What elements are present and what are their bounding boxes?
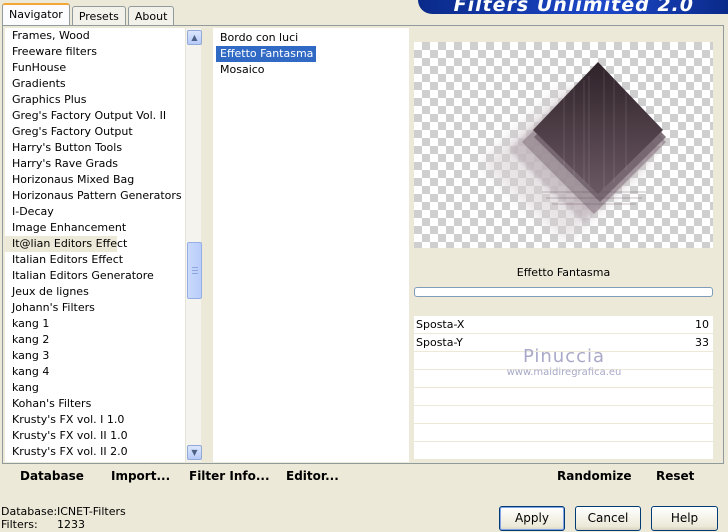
filter-list: Bordo con luci Effetto Fantasma Mosaico: [213, 28, 409, 78]
ghost-diamond-preview: [480, 62, 666, 242]
category-item[interactable]: Freeware filters: [5, 44, 185, 60]
empty-param-row: [414, 406, 713, 424]
category-item[interactable]: Greg's Factory Output: [5, 124, 185, 140]
category-list-panel: Frames, Wood Freeware filters FunHouse Grad…: [5, 28, 202, 462]
category-item[interactable]: I-Decay: [5, 204, 185, 220]
database-value: ICNET-Filters: [57, 505, 126, 518]
tab-bar: Navigator Presets About: [2, 3, 176, 25]
category-item[interactable]: Italian Editors Effect: [5, 252, 185, 268]
category-item[interactable]: Kohan's Filters: [5, 396, 185, 412]
filter-item[interactable]: Mosaico: [213, 62, 409, 78]
empty-param-row: [414, 424, 713, 442]
category-item[interactable]: Horizonaus Mixed Bag: [5, 172, 185, 188]
filters-unlimited-banner: Filters Unlimited 2.0: [418, 0, 728, 14]
cancel-button[interactable]: Cancel: [575, 506, 641, 531]
param-value: 33: [695, 336, 709, 349]
category-scrollbar[interactable]: ▲ ▼: [185, 28, 202, 462]
scroll-up-button[interactable]: ▲: [187, 30, 202, 45]
category-item[interactable]: kang 1: [5, 316, 185, 332]
category-item[interactable]: Frames, Wood: [5, 28, 185, 44]
database-info: Database:ICNET-Filters Filters: 1233: [1, 505, 126, 531]
watermark-name: Pinuccia: [522, 346, 606, 367]
reset-button[interactable]: Reset: [656, 469, 694, 483]
param-label: Sposta-X: [416, 318, 465, 331]
category-item[interactable]: Harry's Rave Grads: [5, 156, 185, 172]
database-button[interactable]: Database: [20, 469, 84, 483]
help-button[interactable]: Help: [651, 506, 718, 531]
category-list: Frames, Wood Freeware filters FunHouse Grad…: [5, 28, 185, 462]
scroll-thumb[interactable]: [187, 242, 202, 299]
param-label: Sposta-Y: [416, 336, 463, 349]
filter-list-panel: Bordo con luci Effetto Fantasma Mosaico: [213, 28, 409, 462]
category-item[interactable]: Image Enhancement: [5, 220, 185, 236]
action-bar: Database Import... Filter Info... Editor…: [5, 462, 719, 490]
category-item[interactable]: FunHouse: [5, 60, 185, 76]
category-item[interactable]: Harry's Button Tools: [5, 140, 185, 156]
category-item[interactable]: Graphics Plus: [5, 92, 185, 108]
tab-presets[interactable]: Presets: [71, 6, 126, 25]
param-row[interactable]: Sposta-X 10: [414, 316, 713, 334]
watermark: Pinuccia www.maidiregrafica.eu: [474, 348, 654, 378]
scroll-down-button[interactable]: ▼: [187, 445, 202, 460]
preview-area: Effetto Fantasma Sposta-X 10 Sposta-Y 33 Pi…: [414, 28, 714, 462]
filter-item[interactable]: Effetto Fantasma: [216, 46, 317, 62]
category-item[interactable]: Krusty's FX vol. II 2.0: [5, 444, 185, 460]
banner-title: Filters Unlimited 2.0: [453, 0, 694, 14]
category-item[interactable]: Horizonaus Pattern Generators: [5, 188, 185, 204]
category-item[interactable]: kang 3: [5, 348, 185, 364]
param-value: 10: [695, 318, 709, 331]
apply-button[interactable]: Apply: [499, 506, 565, 531]
category-item[interactable]: Krusty's FX vol. I 1.0: [5, 412, 185, 428]
preview-image: [414, 42, 713, 248]
empty-param-row: [414, 388, 713, 406]
randomize-button[interactable]: Randomize: [557, 469, 631, 483]
progress-bar: [414, 287, 713, 297]
category-item[interactable]: kang: [5, 380, 185, 396]
category-item[interactable]: Jeux de lignes: [5, 284, 185, 300]
editor-button[interactable]: Editor...: [286, 469, 339, 483]
category-item[interactable]: kang 2: [5, 332, 185, 348]
category-item[interactable]: Greg's Factory Output Vol. II: [5, 108, 185, 124]
empty-param-row: [414, 442, 713, 460]
category-item[interactable]: Johann's Filters: [5, 300, 185, 316]
tab-navigator[interactable]: Navigator: [2, 3, 70, 25]
filter-info-button[interactable]: Filter Info...: [189, 469, 270, 483]
category-item[interactable]: Gradients: [5, 76, 185, 92]
parameter-list: Sposta-X 10 Sposta-Y 33: [414, 316, 713, 460]
selected-filter-title: Effetto Fantasma: [516, 266, 611, 279]
filters-count-label: Filters:: [1, 518, 38, 531]
category-item[interactable]: Italian Editors Generatore: [5, 268, 185, 284]
category-item[interactable]: kang 4: [5, 364, 185, 380]
import-button[interactable]: Import...: [111, 469, 170, 483]
filter-item[interactable]: Bordo con luci: [213, 30, 409, 46]
database-label: Database:: [1, 505, 58, 518]
watermark-url: www.maidiregrafica.eu: [506, 367, 622, 378]
category-item[interactable]: Krusty's FX vol. II 1.0: [5, 428, 185, 444]
category-item[interactable]: It@lian Editors Effect: [5, 236, 127, 252]
tab-about[interactable]: About: [127, 6, 175, 25]
filters-count-value: 1233: [57, 518, 85, 531]
